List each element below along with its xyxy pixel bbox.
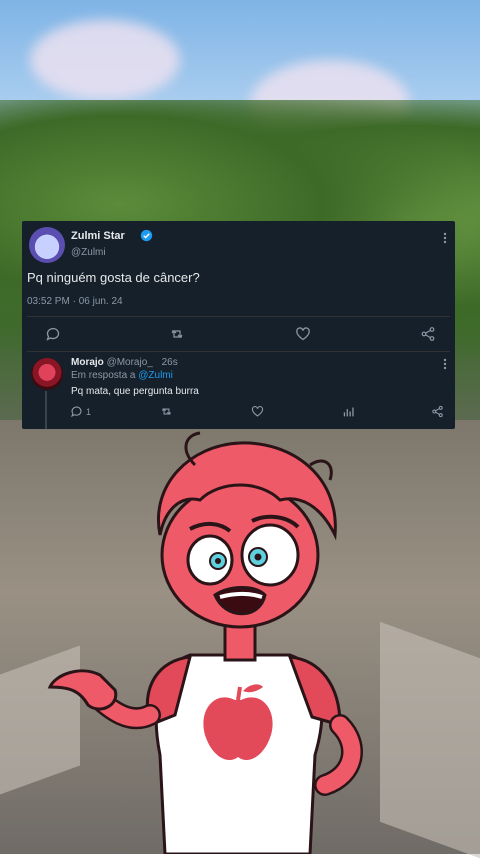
retweet-icon[interactable] <box>169 326 185 342</box>
tweet-card: Zulmi Star @Zulmi Pq ninguém gosta de câ… <box>22 221 455 429</box>
reply-icon[interactable] <box>45 326 61 342</box>
more-icon[interactable] <box>440 357 450 371</box>
divider <box>27 316 450 317</box>
reply-handle[interactable]: @Morajo_ <box>107 357 153 368</box>
reply-icon[interactable] <box>70 405 83 418</box>
avatar[interactable] <box>29 227 65 263</box>
reply-count: 1 <box>86 407 92 417</box>
cloud <box>30 20 180 100</box>
share-icon[interactable] <box>431 405 444 418</box>
share-icon[interactable] <box>420 326 436 342</box>
display-name[interactable]: Zulmi Star <box>71 230 125 242</box>
tweet-text: Pq ninguém gosta de câncer? <box>27 270 200 285</box>
in-reply-prefix: Em resposta a <box>71 370 136 381</box>
like-icon[interactable] <box>251 405 264 418</box>
thread-line <box>45 391 47 429</box>
reply-text: Pq mata, que pergunta burra <box>71 386 199 397</box>
reply-display-name[interactable]: Morajo <box>71 357 104 368</box>
in-reply-to: Em resposta a @Zulmi <box>71 370 173 381</box>
verified-badge-icon <box>140 229 153 242</box>
retweet-icon[interactable] <box>160 405 173 418</box>
in-reply-to-link[interactable]: @Zulmi <box>138 370 173 381</box>
like-icon[interactable] <box>295 326 311 342</box>
reply-avatar[interactable] <box>31 358 63 390</box>
reply-age: 26s <box>161 357 178 368</box>
more-icon[interactable] <box>440 231 450 245</box>
reply-header: Morajo @Morajo_ 26s <box>71 357 178 368</box>
tweet-timestamp[interactable]: 03:52 PM · 06 jun. 24 <box>27 296 123 307</box>
views-icon[interactable] <box>342 405 355 418</box>
divider <box>27 351 450 352</box>
handle[interactable]: @Zulmi <box>71 247 106 258</box>
cartoon-character <box>47 431 363 854</box>
